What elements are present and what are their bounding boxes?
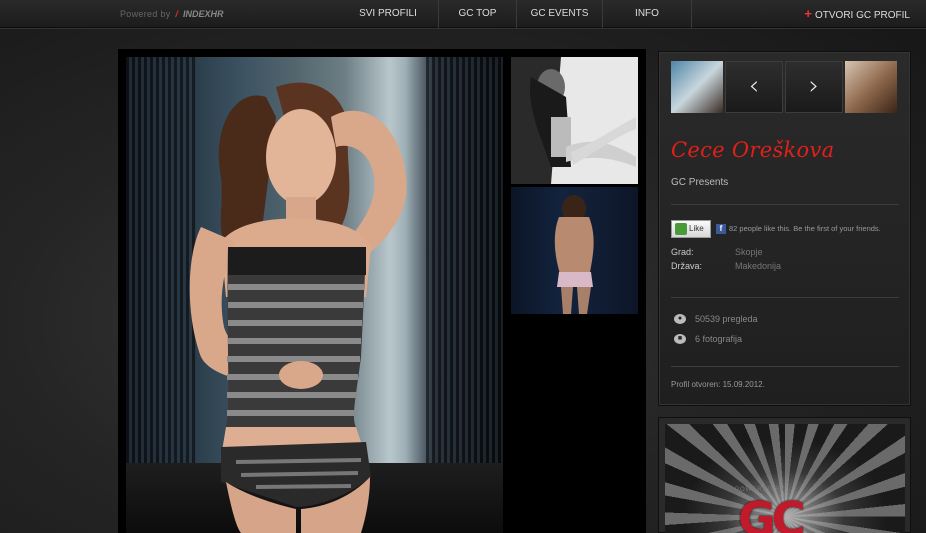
camera-icon: ■ [674, 334, 686, 344]
views-count: 50539 pregleda [695, 314, 758, 324]
open-profile-button[interactable]: + OTVORI GC PROFIL [804, 0, 910, 28]
thumbnail-bw-photo[interactable] [511, 57, 638, 184]
model-figure [189, 82, 407, 533]
city-label: Grad: [671, 247, 694, 257]
divider [671, 366, 899, 367]
powered-by-label: Powered by / INDEXHR [120, 9, 224, 19]
thumbnail-figure [554, 195, 594, 314]
city-value: Skopje [735, 247, 763, 257]
thumbnail-back-photo[interactable] [511, 187, 638, 314]
photos-count[interactable]: 6 fotografija [695, 334, 742, 344]
divider [671, 204, 899, 205]
nav-gc-events[interactable]: GC EVENTS [516, 0, 602, 28]
country-label: Država: [671, 261, 703, 271]
nav-info[interactable]: INFO [602, 0, 692, 28]
main-photo[interactable] [126, 57, 503, 533]
facebook-like-text: f 82 people like this. Be the first of yo… [716, 224, 881, 235]
thumbnail-figure [511, 57, 638, 184]
profile-opened-date: Profil otvoren: 15.09.2012. [671, 380, 765, 389]
strip-thumbnail-1[interactable] [671, 61, 723, 113]
thumbs-up-icon [675, 222, 687, 235]
plus-icon: + [804, 6, 812, 21]
profile-subtitle: GC Presents [671, 177, 729, 188]
next-arrow-button[interactable]: › [785, 61, 843, 113]
profile-name: Cece Oreškova [671, 138, 835, 162]
index-logo-icon: / [175, 9, 179, 19]
previous-arrow-button[interactable]: ‹ [725, 61, 783, 113]
divider [671, 297, 899, 298]
top-navigation-bar: Powered by / INDEXHR SVI PROFILI GC TOP … [0, 0, 926, 28]
facebook-icon: f [716, 224, 726, 235]
gc-logo: GC [738, 492, 805, 533]
nav-all-profiles[interactable]: SVI PROFILI [338, 0, 438, 28]
nav-gc-top[interactable]: GC TOP [438, 0, 516, 28]
strip-thumbnail-2[interactable] [845, 61, 897, 113]
country-value: Makedonija [735, 261, 782, 271]
eye-icon: ● [674, 314, 686, 324]
brand-name[interactable]: INDEXHR [183, 9, 224, 19]
facebook-like-button[interactable]: Like [671, 220, 711, 238]
